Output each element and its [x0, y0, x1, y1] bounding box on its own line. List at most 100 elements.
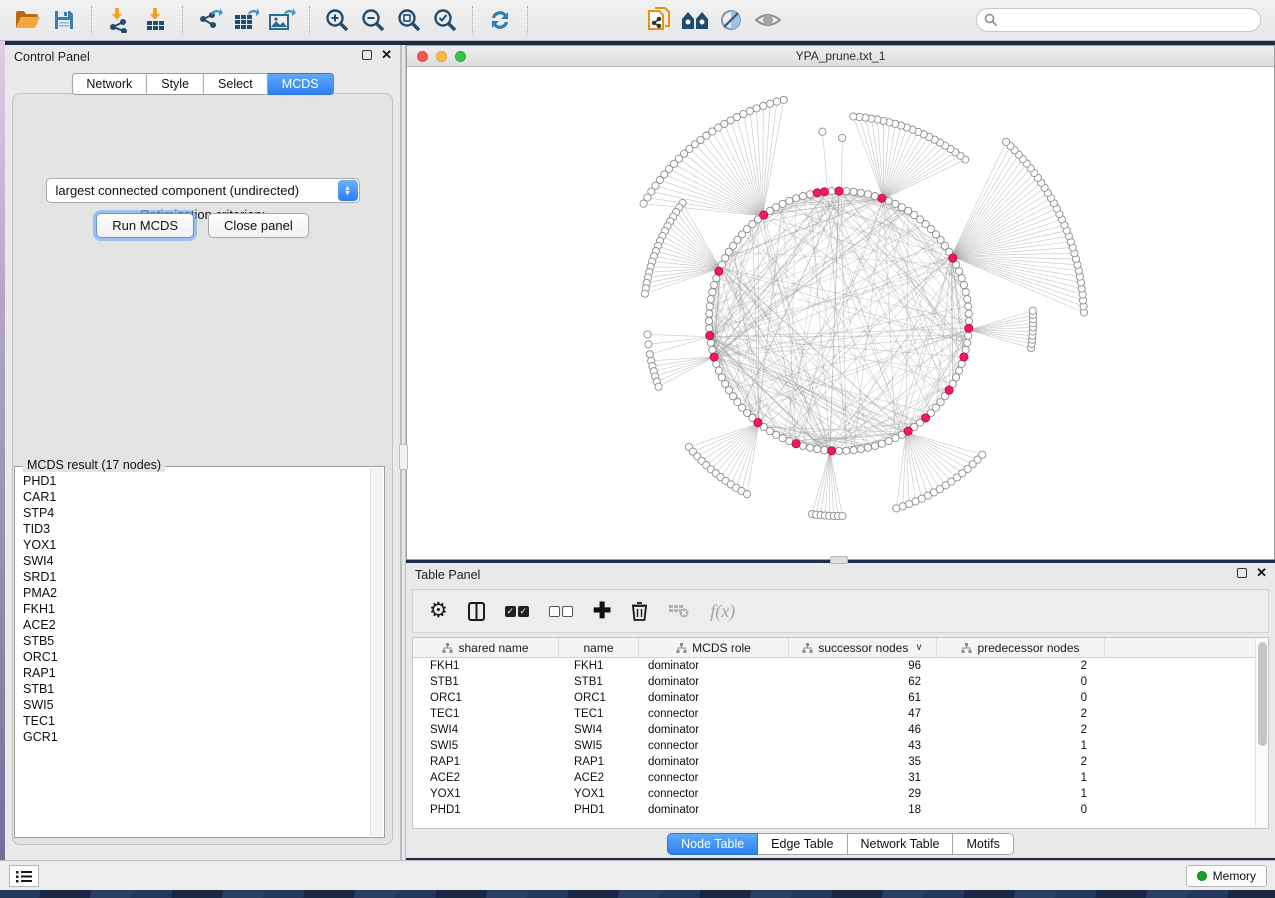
memory-button[interactable]: Memory — [1186, 865, 1267, 887]
table-row[interactable]: YOX1YOX1connector291 — [413, 786, 1268, 802]
table-row[interactable]: STB1STB1dominator620 — [413, 674, 1268, 690]
mcds-list-scrollbar[interactable] — [370, 468, 383, 836]
column-header[interactable]: shared name — [413, 638, 559, 657]
float-table-panel-icon[interactable] — [1237, 568, 1247, 578]
list-item[interactable]: SWI5 — [23, 697, 370, 713]
horizontal-splitter-handle[interactable] — [830, 556, 848, 564]
table-row[interactable]: SWI4SWI4dominator462 — [413, 722, 1268, 738]
status-bar: Memory — [0, 860, 1275, 890]
show-columns-icon[interactable] — [468, 602, 485, 621]
export-table-icon[interactable] — [231, 5, 261, 35]
refresh-icon[interactable] — [485, 5, 515, 35]
tab-node-table[interactable]: Node Table — [667, 833, 758, 855]
select-all-icon[interactable]: ✓✓ — [505, 606, 529, 617]
toolbar-separator — [91, 6, 92, 34]
search-icon — [984, 13, 998, 32]
vertical-splitter-handle[interactable] — [399, 444, 408, 470]
table-toolbar: ⚙ ✓✓ ✚ f(x) — [412, 589, 1269, 633]
save-session-icon[interactable] — [49, 5, 79, 35]
hide-graphics-details-icon[interactable] — [717, 5, 747, 35]
table-row[interactable]: PHD1PHD1dominator180 — [413, 802, 1268, 818]
list-item[interactable]: YOX1 — [23, 537, 370, 553]
criterion-select[interactable]: largest connected component (undirected)… — [46, 178, 360, 203]
network-titlebar[interactable]: YPA_prune.txt_1 — [407, 46, 1274, 67]
list-item[interactable]: STB1 — [23, 681, 370, 697]
new-network-from-selection-icon[interactable] — [645, 5, 675, 35]
table-row[interactable]: RAP1RAP1dominator352 — [413, 754, 1268, 770]
control-panel-title: Control Panel — [14, 50, 90, 64]
main-toolbar — [0, 0, 1275, 41]
app-window: Control Panel ✕ NetworkStyleSelectMCDS O… — [0, 0, 1275, 898]
tab-edge-table[interactable]: Edge Table — [758, 833, 847, 855]
table-row[interactable]: ACE2ACE2connector311 — [413, 770, 1268, 786]
tab-select[interactable]: Select — [204, 73, 268, 95]
tab-style[interactable]: Style — [147, 73, 204, 95]
tab-mcds[interactable]: MCDS — [268, 73, 334, 95]
run-mcds-button[interactable]: Run MCDS — [96, 213, 194, 238]
column-header[interactable]: predecessor nodes — [937, 638, 1105, 657]
export-image-icon[interactable] — [267, 5, 297, 35]
table-panel: Table Panel ✕ ⚙ ✓✓ ✚ f(x) — [406, 563, 1275, 858]
close-panel-button[interactable]: Close panel — [208, 213, 309, 238]
mcds-result-group: MCDS result (17 nodes) PHD1CAR1STP4TID3Y… — [14, 466, 385, 838]
zoom-in-icon[interactable] — [322, 5, 352, 35]
delete-column-icon[interactable] — [631, 601, 648, 621]
table-panel-title: Table Panel — [415, 568, 480, 582]
list-item[interactable]: PHD1 — [23, 473, 370, 489]
deselect-all-icon[interactable] — [549, 606, 573, 617]
list-item[interactable]: TEC1 — [23, 713, 370, 729]
list-item[interactable]: PMA2 — [23, 585, 370, 601]
list-item[interactable]: ACE2 — [23, 617, 370, 633]
list-item[interactable]: CAR1 — [23, 489, 370, 505]
shared-column-icon — [676, 643, 687, 653]
table-row[interactable]: ORC1ORC1dominator610 — [413, 690, 1268, 706]
tab-network[interactable]: Network — [71, 73, 147, 95]
tab-motifs[interactable]: Motifs — [953, 833, 1013, 855]
zoom-selected-icon[interactable] — [430, 5, 460, 35]
close-table-panel-icon[interactable]: ✕ — [1256, 568, 1267, 578]
column-header[interactable]: name — [559, 638, 639, 657]
list-item[interactable]: STP4 — [23, 505, 370, 521]
close-panel-icon[interactable]: ✕ — [381, 50, 392, 60]
column-header[interactable]: successor nodes∨ — [789, 638, 937, 657]
table-scrollbar-thumb[interactable] — [1258, 642, 1267, 746]
import-network-icon[interactable] — [104, 5, 134, 35]
column-header[interactable]: MCDS role — [639, 638, 789, 657]
control-panel: Control Panel ✕ NetworkStyleSelectMCDS O… — [5, 45, 401, 860]
zoom-fit-icon[interactable] — [394, 5, 424, 35]
table-row[interactable]: SWI5SWI5connector431 — [413, 738, 1268, 754]
list-item[interactable]: GCR1 — [23, 729, 370, 745]
table-row[interactable]: TEC1TEC1connector472 — [413, 706, 1268, 722]
open-file-icon[interactable] — [13, 5, 43, 35]
toolbar-separator — [472, 6, 473, 34]
toolbar-separator — [182, 6, 183, 34]
list-item[interactable]: RAP1 — [23, 665, 370, 681]
task-history-button[interactable] — [9, 865, 39, 887]
first-neighbors-icon[interactable] — [681, 5, 711, 35]
list-item[interactable]: TID3 — [23, 521, 370, 537]
export-network-icon[interactable] — [195, 5, 225, 35]
shared-column-icon — [802, 643, 813, 653]
search-input[interactable] — [976, 8, 1261, 32]
list-item[interactable]: STB5 — [23, 633, 370, 649]
sort-desc-icon: ∨ — [915, 642, 922, 653]
add-column-icon[interactable]: ✚ — [593, 601, 611, 621]
graph-nodes — [640, 96, 1088, 519]
list-item[interactable]: SWI4 — [23, 553, 370, 569]
control-panel-tabs: NetworkStyleSelectMCDS — [71, 73, 333, 95]
table-row[interactable]: FKH1FKH1dominator962 — [413, 658, 1268, 674]
criterion-select-value: largest connected component (undirected) — [56, 183, 300, 198]
list-item[interactable]: ORC1 — [23, 649, 370, 665]
import-table-icon[interactable] — [140, 5, 170, 35]
network-canvas[interactable] — [407, 67, 1274, 559]
mcds-result-list[interactable]: PHD1CAR1STP4TID3YOX1SWI4SRD1PMA2FKH1ACE2… — [16, 470, 370, 836]
task-list-icon — [16, 870, 32, 883]
table-settings-icon[interactable]: ⚙ — [429, 601, 448, 621]
zoom-out-icon[interactable] — [358, 5, 388, 35]
network-window-title: YPA_prune.txt_1 — [407, 49, 1274, 63]
table-scrollbar[interactable] — [1255, 638, 1268, 828]
list-item[interactable]: SRD1 — [23, 569, 370, 585]
tab-network-table[interactable]: Network Table — [848, 833, 954, 855]
list-item[interactable]: FKH1 — [23, 601, 370, 617]
float-panel-icon[interactable] — [362, 50, 372, 60]
